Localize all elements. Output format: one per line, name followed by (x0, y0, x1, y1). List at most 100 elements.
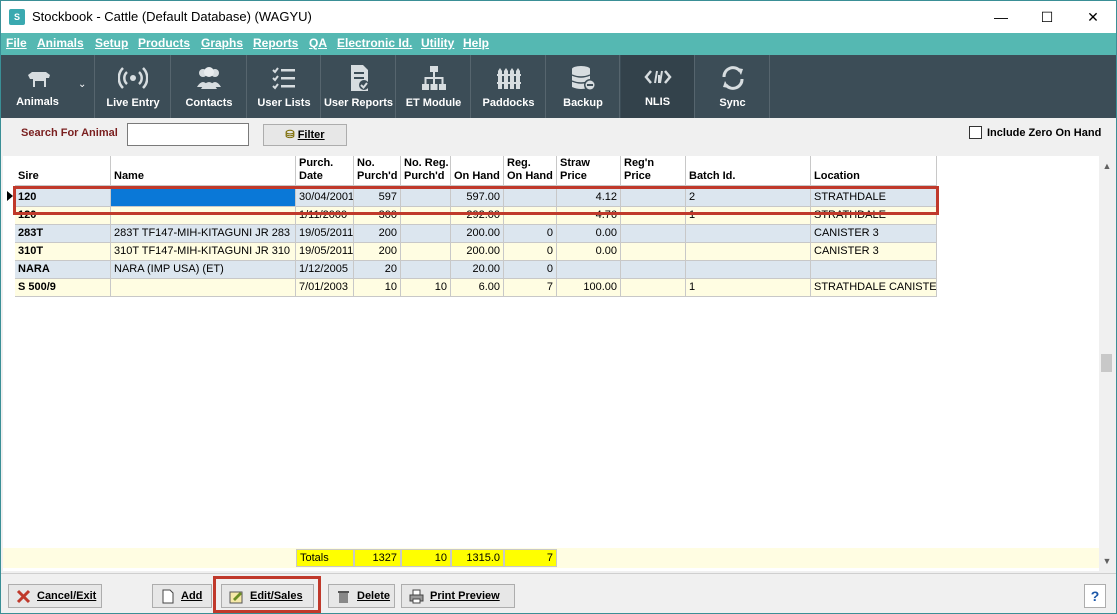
column-header[interactable]: On Hand (451, 156, 504, 186)
table-cell[interactable]: 0.00 (557, 225, 621, 243)
table-cell[interactable]: 0 (504, 225, 557, 243)
table-cell[interactable]: CANISTER 3 (811, 225, 937, 243)
filter-button[interactable]: ⛁ Filter (263, 124, 347, 146)
scroll-down-icon[interactable]: ▼ (1099, 553, 1115, 569)
table-cell[interactable] (686, 261, 811, 279)
menu-help[interactable]: Help (463, 36, 489, 50)
help-button[interactable]: ? (1084, 584, 1106, 608)
column-header[interactable]: Batch Id. (686, 156, 811, 186)
minimize-button[interactable]: — (978, 1, 1024, 33)
table-cell[interactable] (621, 279, 686, 297)
toolbar-backup[interactable]: Backup (547, 55, 620, 118)
table-cell[interactable] (811, 261, 937, 279)
chevron-down-icon[interactable]: ⌄ (78, 79, 86, 90)
menu-animals[interactable]: Animals (37, 36, 84, 50)
table-cell[interactable]: 283T (15, 225, 111, 243)
column-header[interactable]: Reg. On Hand (504, 156, 557, 186)
table-cell[interactable]: 310T TF147-MIH-KITAGUNI JR 310 (111, 243, 296, 261)
table-cell[interactable]: 283T TF147-MIH-KITAGUNI JR 283 (111, 225, 296, 243)
table-row[interactable]: S 500/9 7/01/2003 10 10 6.00 7 100.00 1 STRATHDA… (15, 279, 937, 297)
column-header[interactable]: Name (111, 156, 296, 186)
table-cell[interactable]: 200.00 (451, 243, 504, 261)
table-cell[interactable]: 7/01/2003 (296, 279, 354, 297)
table-cell[interactable]: 100.00 (557, 279, 621, 297)
column-header-label: On Hand (454, 170, 500, 182)
table-cell[interactable]: 1/12/2005 (296, 261, 354, 279)
table-cell[interactable]: 1 (686, 279, 811, 297)
menu-utility[interactable]: Utility (421, 36, 454, 50)
column-header[interactable]: Purch. Date (296, 156, 354, 186)
scroll-thumb[interactable] (1101, 354, 1112, 372)
toolbar-sync[interactable]: Sync (696, 55, 770, 118)
broadcast-icon (118, 67, 148, 89)
column-header[interactable]: No. Purch'd (354, 156, 401, 186)
toolbar-nlis[interactable]: NLIS (621, 55, 695, 118)
table-cell[interactable]: 310T (15, 243, 111, 261)
total-reg-on-hand: 7 (504, 549, 557, 567)
toolbar-user-lists[interactable]: User Lists (248, 55, 321, 118)
table-cell[interactable] (401, 261, 451, 279)
table-cell[interactable] (686, 225, 811, 243)
table-cell[interactable]: 20.00 (451, 261, 504, 279)
column-header[interactable]: No. Reg. Purch'd (401, 156, 451, 186)
table-cell[interactable]: NARA (IMP USA) (ET) (111, 261, 296, 279)
table-row[interactable]: 283T 283T TF147-MIH-KITAGUNI JR 283 19/05/… (15, 225, 937, 243)
table-cell[interactable] (621, 225, 686, 243)
table-cell[interactable] (621, 243, 686, 261)
table-cell[interactable]: NARA (15, 261, 111, 279)
table-cell[interactable]: 0 (504, 261, 557, 279)
scroll-up-icon[interactable]: ▲ (1099, 158, 1115, 174)
toolbar-animals[interactable]: Animals ⌄ (1, 55, 95, 118)
table-row[interactable]: NARA NARA (IMP USA) (ET) 1/12/2005 20 20.00 0 (15, 261, 937, 279)
table-cell[interactable]: 10 (401, 279, 451, 297)
toolbar-contacts[interactable]: Contacts (172, 55, 247, 118)
table-cell[interactable]: 0 (504, 243, 557, 261)
menu-electronic-id[interactable]: Electronic Id. (337, 36, 412, 50)
total-purchased: 1327 (354, 549, 401, 567)
include-zero-checkbox[interactable] (969, 126, 982, 139)
menu-graphs[interactable]: Graphs (201, 36, 243, 50)
table-cell[interactable] (686, 243, 811, 261)
table-cell[interactable] (557, 261, 621, 279)
cancel-exit-button[interactable]: Cancel/Exit (8, 584, 102, 608)
add-button[interactable]: Add (152, 584, 212, 608)
table-cell[interactable]: STRATHDALE CANISTER (811, 279, 937, 297)
menu-qa[interactable]: QA (309, 36, 327, 50)
table-cell[interactable]: 19/05/2011 (296, 243, 354, 261)
table-cell[interactable] (401, 225, 451, 243)
menu-reports[interactable]: Reports (253, 36, 298, 50)
table-cell[interactable]: S 500/9 (15, 279, 111, 297)
search-input[interactable] (127, 123, 249, 146)
table-cell[interactable]: 7 (504, 279, 557, 297)
toolbar-live-entry[interactable]: Live Entry (96, 55, 171, 118)
table-row[interactable]: 310T 310T TF147-MIH-KITAGUNI JR 310 19/05/… (15, 243, 937, 261)
column-header[interactable]: Reg'n Price (621, 156, 686, 186)
column-header[interactable]: Straw Price (557, 156, 621, 186)
table-cell[interactable]: 10 (354, 279, 401, 297)
toolbar-et-module[interactable]: ET Module (397, 55, 471, 118)
table-cell[interactable]: 200.00 (451, 225, 504, 243)
table-cell[interactable]: 0.00 (557, 243, 621, 261)
print-preview-button[interactable]: Print Preview (401, 584, 515, 608)
column-header[interactable]: Sire (15, 156, 111, 186)
table-cell[interactable] (111, 279, 296, 297)
table-cell[interactable]: 200 (354, 225, 401, 243)
column-header[interactable]: Location (811, 156, 937, 186)
toolbar-paddocks[interactable]: Paddocks (472, 55, 546, 118)
delete-button[interactable]: Delete (328, 584, 395, 608)
vertical-scrollbar[interactable]: ▲ ▼ (1099, 156, 1115, 571)
table-cell[interactable]: 20 (354, 261, 401, 279)
maximize-button[interactable]: ☐ (1024, 1, 1070, 33)
table-cell[interactable]: 6.00 (451, 279, 504, 297)
menu-setup[interactable]: Setup (95, 36, 128, 50)
toolbar-user-reports[interactable]: User Reports (322, 55, 396, 118)
table-cell[interactable] (401, 243, 451, 261)
report-icon (350, 65, 369, 91)
table-cell[interactable]: 19/05/2011 (296, 225, 354, 243)
menu-file[interactable]: File (6, 36, 27, 50)
table-cell[interactable]: CANISTER 3 (811, 243, 937, 261)
table-cell[interactable] (621, 261, 686, 279)
menu-products[interactable]: Products (138, 36, 190, 50)
close-button[interactable]: ✕ (1070, 1, 1116, 33)
table-cell[interactable]: 200 (354, 243, 401, 261)
